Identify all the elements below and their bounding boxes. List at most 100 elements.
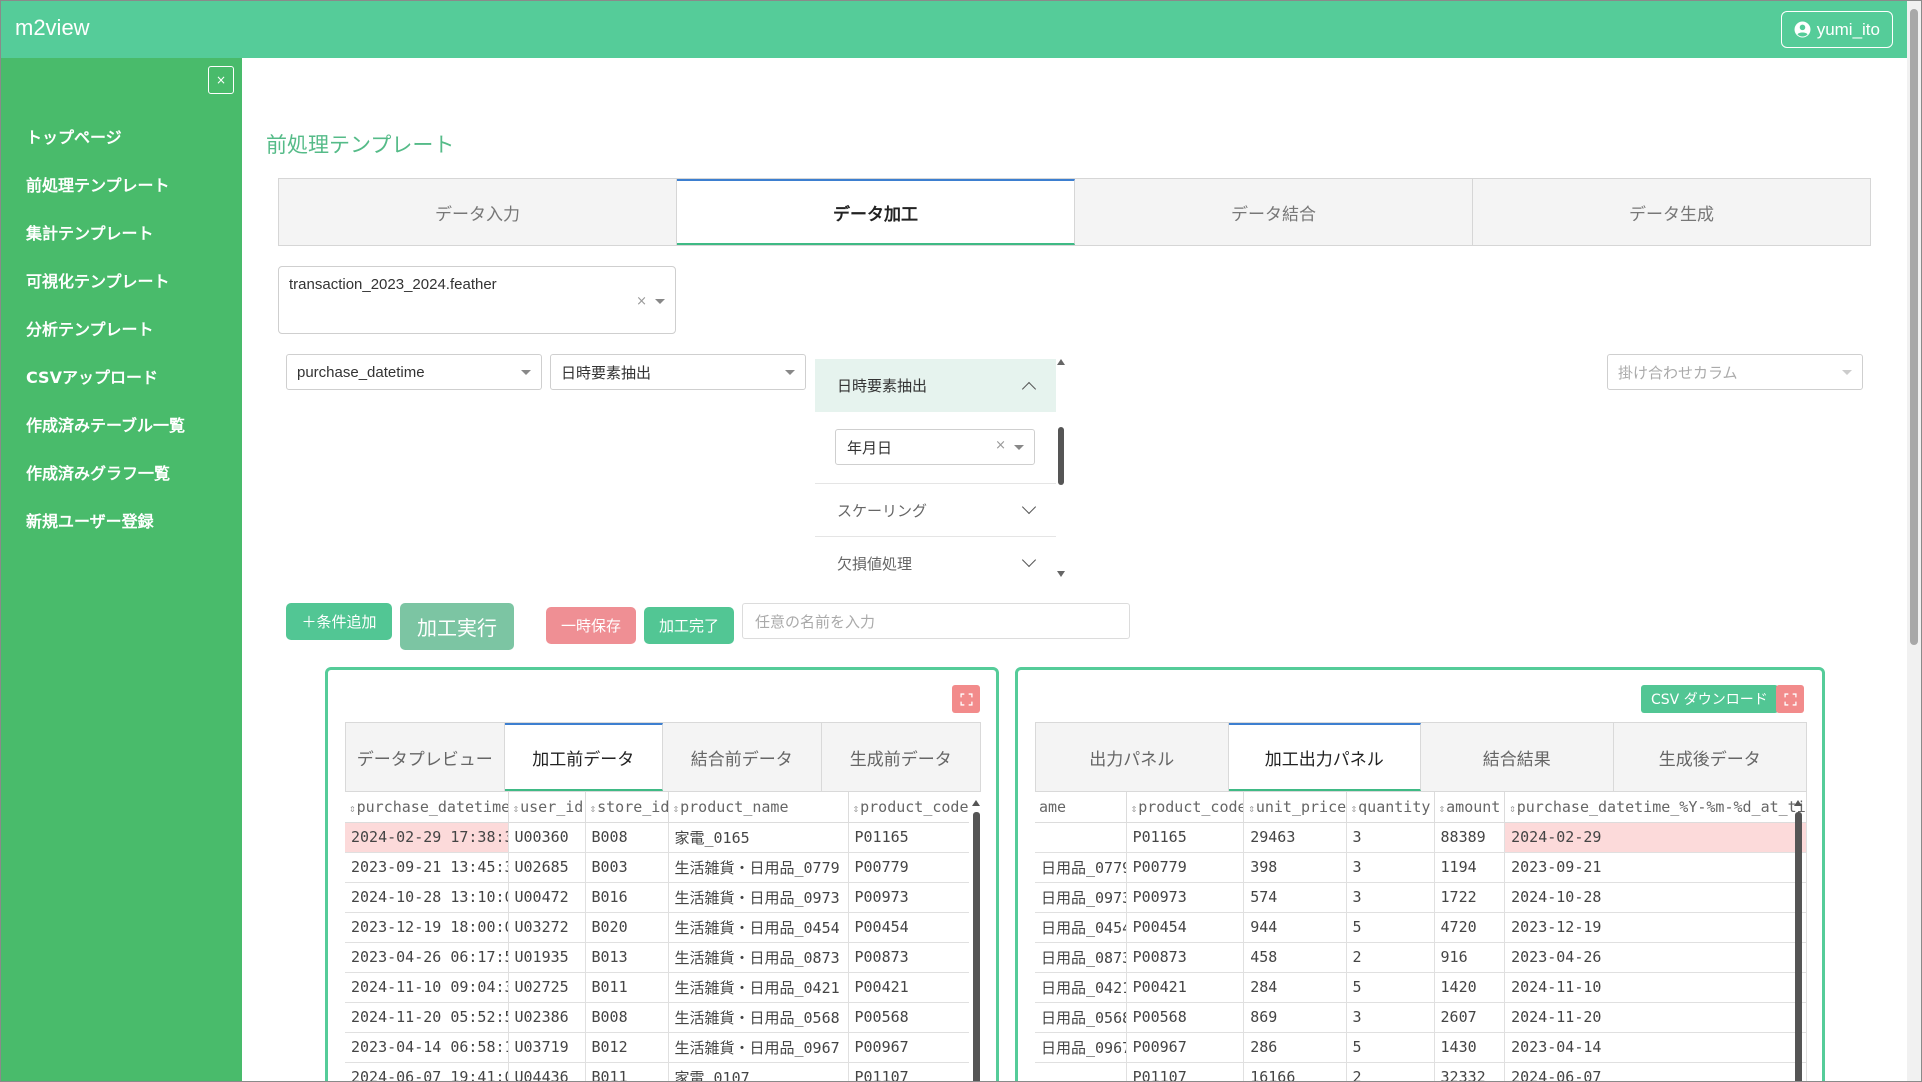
table-row[interactable]: 日用品_0873 P00873 458 2 916 2023-04-26	[1035, 942, 1807, 973]
expand-button[interactable]	[1776, 685, 1804, 713]
sidebar-item-analysis-template[interactable]: 分析テンプレート	[26, 304, 185, 352]
table-cell[interactable]: B008	[585, 1002, 669, 1033]
table-cell[interactable]: 2024-11-20 05:52:51	[345, 1002, 509, 1033]
table-cell[interactable]	[1035, 822, 1127, 853]
table-cell[interactable]: P00967	[1126, 1032, 1245, 1063]
sidebar-item-visualize-template[interactable]: 可視化テンプレート	[26, 256, 185, 304]
tab-processed-output[interactable]: 加工出力パネル	[1228, 723, 1421, 791]
scroll-up-arrow[interactable]	[1794, 800, 1802, 806]
column-header[interactable]: ⇕product_name	[668, 792, 849, 823]
tab-before-join[interactable]: 結合前データ	[663, 723, 822, 791]
table-cell[interactable]: B011	[585, 1062, 669, 1081]
table-cell[interactable]: 5	[1346, 972, 1435, 1003]
table-cell[interactable]: 869	[1243, 1002, 1347, 1033]
table-cell[interactable]: 3	[1346, 852, 1435, 883]
table-cell[interactable]: 2024-06-07	[1504, 1062, 1807, 1081]
table-row[interactable]: 2023-04-26 06:17:55 U01935 B013 生活雑貨・日用品_08…	[345, 942, 969, 973]
column-select[interactable]: purchase_datetime	[286, 354, 542, 390]
table-cell[interactable]: 日用品_0421	[1035, 972, 1127, 1003]
sort-icon[interactable]: ⇕	[1351, 802, 1358, 815]
table-cell[interactable]: P00568	[1126, 1002, 1245, 1033]
accordion-scrollbar[interactable]	[1056, 359, 1066, 577]
table-cell[interactable]: 3	[1346, 1002, 1435, 1033]
table-cell[interactable]: 2023-04-26 06:17:55	[345, 942, 509, 973]
table-row[interactable]: 2023-04-14 06:58:16 U03719 B012 生活雑貨・日用品_09…	[345, 1032, 969, 1063]
table-cell[interactable]: 2	[1346, 1062, 1435, 1081]
table-cell[interactable]: B008	[585, 822, 669, 853]
table-cell[interactable]: P00421	[848, 972, 969, 1003]
table-cell[interactable]: 88389	[1434, 822, 1506, 853]
table-cell[interactable]: 574	[1243, 882, 1347, 913]
table-cell[interactable]: P00421	[1126, 972, 1245, 1003]
table-cell[interactable]: 日用品_0873	[1035, 942, 1127, 973]
datetime-element-select[interactable]: 年月日 ×	[835, 429, 1035, 465]
table-cell[interactable]: 5	[1346, 912, 1435, 943]
table-cell[interactable]	[1035, 1062, 1127, 1081]
column-header[interactable]: ame	[1035, 792, 1127, 823]
tab-data-processing[interactable]: データ加工	[677, 179, 1075, 245]
table-row[interactable]: 日用品_0568 P00568 869 3 2607 2024-11-20	[1035, 1002, 1807, 1033]
sort-icon[interactable]: ⇕	[1439, 802, 1446, 815]
sort-icon[interactable]: ⇕	[590, 802, 597, 815]
scroll-thumb[interactable]	[1058, 427, 1064, 485]
table-cell[interactable]: 2024-11-10 09:04:35	[345, 972, 509, 1003]
sidebar-item-csv-upload[interactable]: CSVアップロード	[26, 352, 185, 400]
table-row[interactable]: P01165 29463 3 88389 2024-02-29	[1035, 822, 1807, 853]
scroll-thumb[interactable]	[1910, 9, 1918, 645]
column-header[interactable]: ⇕user_id	[508, 792, 586, 823]
complete-processing-button[interactable]: 加工完了	[644, 607, 734, 644]
tab-data-join[interactable]: データ結合	[1075, 179, 1473, 245]
table-row[interactable]: 2024-11-20 05:52:51 U02386 B008 生活雑貨・日用品_05…	[345, 1002, 969, 1033]
csv-download-button[interactable]: CSV ダウンロード	[1641, 685, 1778, 713]
tab-before-generate[interactable]: 生成前データ	[821, 723, 980, 791]
table-row[interactable]: 2024-02-29 17:38:35 U00360 B008 家電_0165 P011…	[345, 822, 969, 853]
table-cell[interactable]: P00973	[848, 882, 969, 913]
table-cell[interactable]: 2024-11-20	[1504, 1002, 1807, 1033]
table-cell[interactable]: U00472	[508, 882, 586, 913]
tab-join-result[interactable]: 結合結果	[1421, 723, 1614, 791]
table-row[interactable]: 日用品_0421 P00421 284 5 1420 2024-11-10	[1035, 972, 1807, 1003]
column-header[interactable]: ⇕unit_price	[1243, 792, 1347, 823]
table-cell[interactable]: 398	[1243, 852, 1347, 883]
table-cell[interactable]: 32332	[1434, 1062, 1506, 1081]
sidebar-item-tables[interactable]: 作成済みテーブル一覧	[26, 400, 185, 448]
table-cell[interactable]: 1722	[1434, 882, 1506, 913]
column-header[interactable]: ⇕store_id	[585, 792, 669, 823]
table-cell[interactable]: 1194	[1434, 852, 1506, 883]
table-cell[interactable]: 生活雑貨・日用品_0973	[668, 882, 849, 913]
scroll-up-arrow[interactable]	[1057, 359, 1065, 365]
scroll-thumb[interactable]	[1795, 812, 1802, 1081]
table-cell[interactable]: 5	[1346, 1032, 1435, 1063]
sort-icon[interactable]: ⇕	[853, 802, 860, 815]
tab-data-generate[interactable]: データ生成	[1473, 179, 1870, 245]
table-row[interactable]: 2024-11-10 09:04:35 U02725 B011 生活雑貨・日用品_04…	[345, 972, 969, 1003]
table-cell[interactable]: U02725	[508, 972, 586, 1003]
table-cell[interactable]: 944	[1243, 912, 1347, 943]
table-cell[interactable]: 4720	[1434, 912, 1506, 943]
table-cell[interactable]: U03272	[508, 912, 586, 943]
table-cell[interactable]: 1430	[1434, 1032, 1506, 1063]
table-cell[interactable]: 2024-10-28	[1504, 882, 1807, 913]
scroll-up-arrow[interactable]	[972, 800, 980, 806]
column-header[interactable]: ⇕product_code	[1126, 792, 1245, 823]
clear-icon[interactable]: ×	[636, 294, 647, 309]
table-cell[interactable]: U02386	[508, 1002, 586, 1033]
table-row[interactable]: 日用品_0967 P00967 286 5 1430 2023-04-14	[1035, 1032, 1807, 1063]
table-cell[interactable]: U04436	[508, 1062, 586, 1081]
table-cell[interactable]: P01165	[1126, 822, 1245, 853]
table-cell[interactable]: P00873	[848, 942, 969, 973]
table-row[interactable]: 日用品_0779 P00779 398 3 1194 2023-09-21	[1035, 852, 1807, 883]
table-cell[interactable]: 286	[1243, 1032, 1347, 1063]
table-cell[interactable]: 2023-04-26	[1504, 942, 1807, 973]
brand-logo[interactable]: m2view	[15, 15, 90, 41]
table-cell[interactable]: 日用品_0454	[1035, 912, 1127, 943]
name-input[interactable]: 任意の名前を入力	[742, 603, 1130, 639]
table-cell[interactable]: P01107	[1126, 1062, 1245, 1081]
table-cell[interactable]: 2023-09-21 13:45:31	[345, 852, 509, 883]
add-condition-button[interactable]: ＋条件追加	[286, 603, 392, 640]
table-cell[interactable]: B003	[585, 852, 669, 883]
sort-icon[interactable]: ⇕	[513, 802, 520, 815]
table-cell[interactable]: B012	[585, 1032, 669, 1063]
table-cell[interactable]: 生活雑貨・日用品_0568	[668, 1002, 849, 1033]
sidebar-item-register-user[interactable]: 新規ユーザー登録	[26, 496, 185, 544]
